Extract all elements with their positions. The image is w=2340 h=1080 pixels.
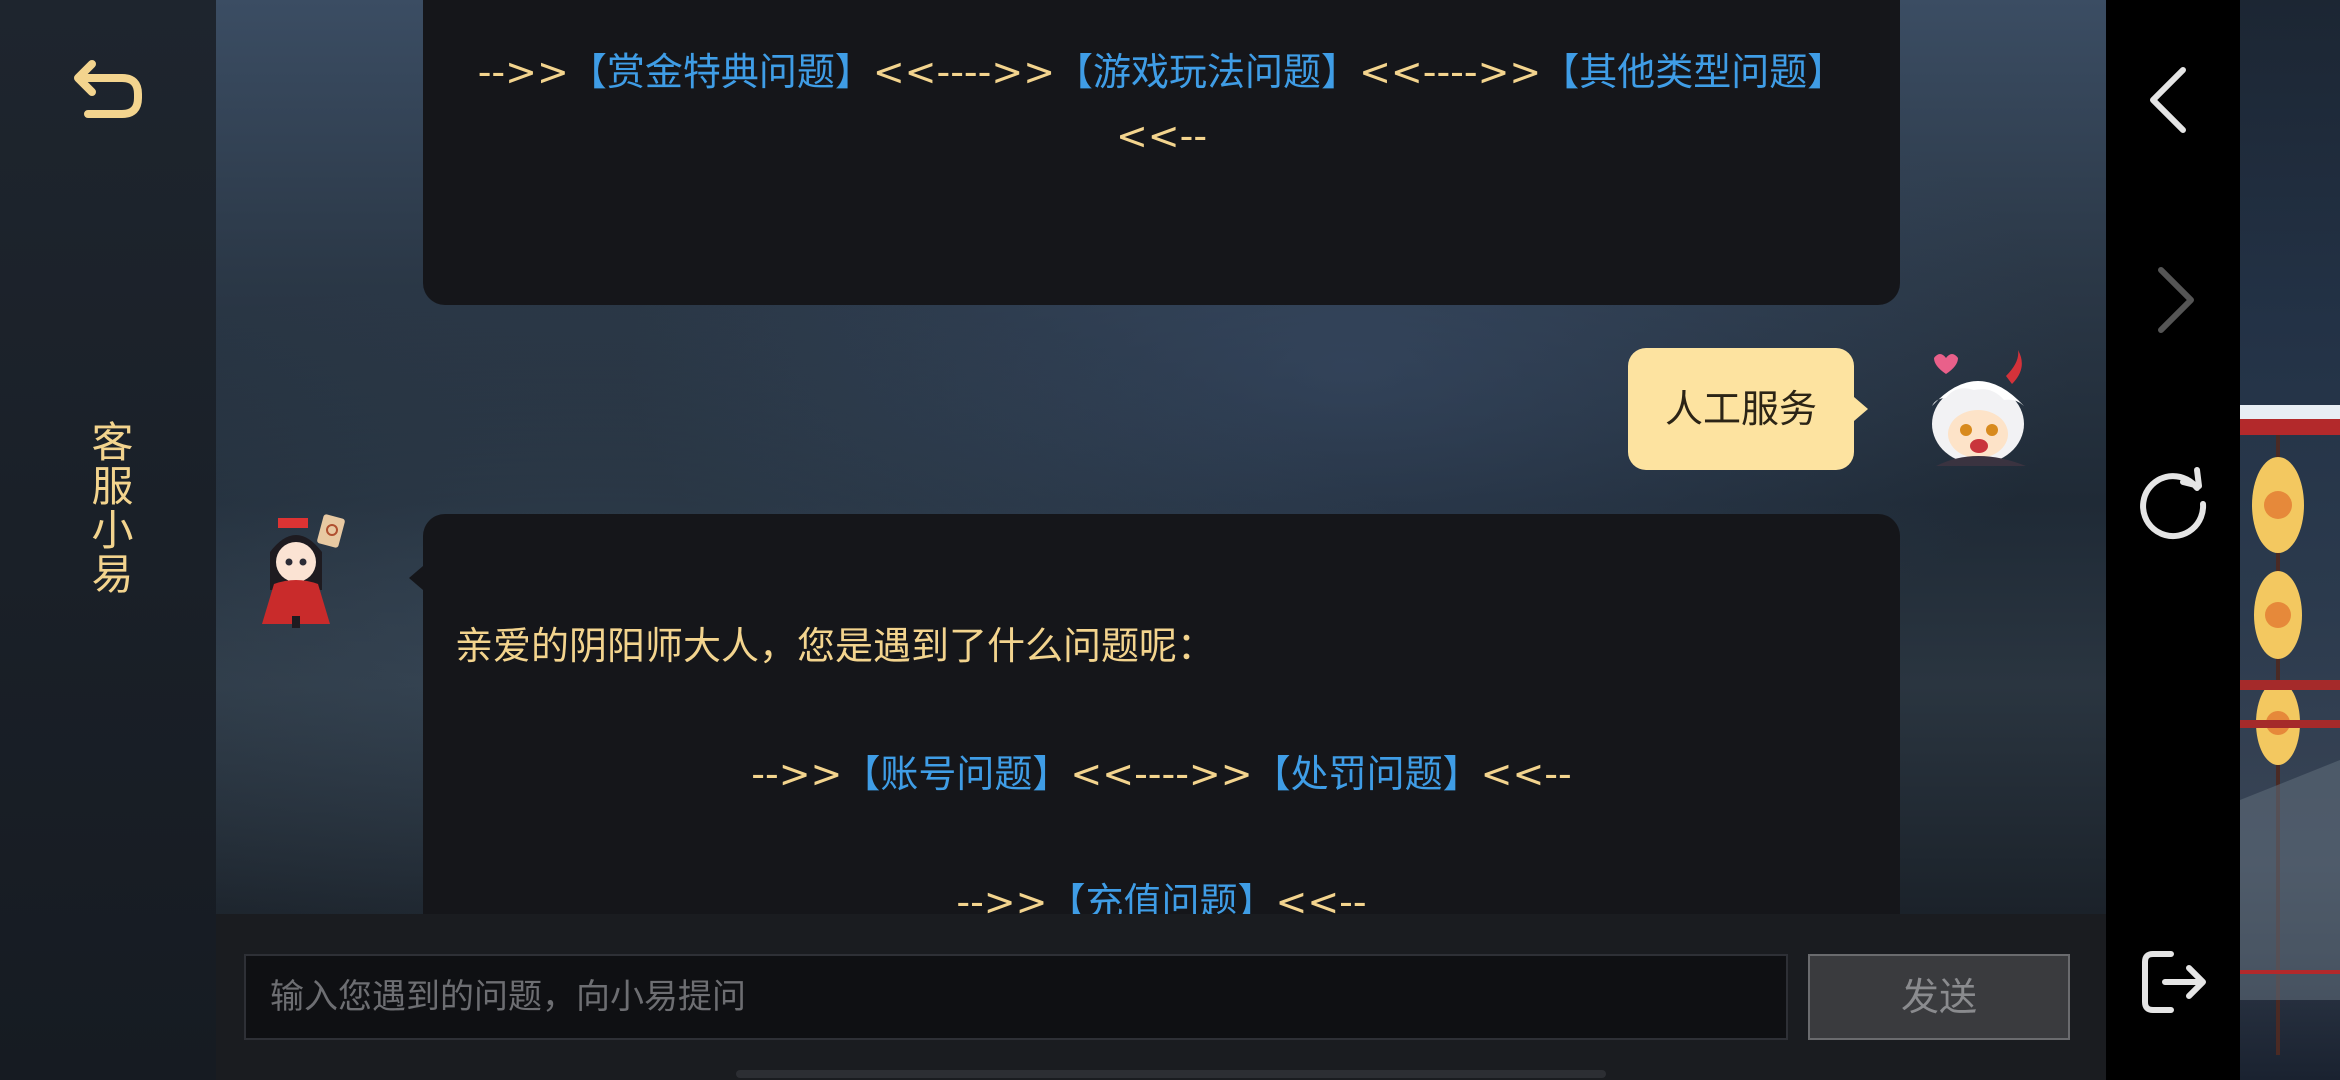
refresh-icon[interactable] [2131,458,2215,542]
question-input[interactable]: 输入您遇到的问题，向小易提问 [244,954,1788,1040]
link-account-issues[interactable]: 【账号问题】 [842,752,1070,796]
browser-nav-rail [2106,0,2240,1080]
chat-area[interactable]: -->>【赏金特典问题】<<---->>【游戏玩法问题】<<---->>【其他类… [216,0,2106,914]
exit-icon[interactable] [2131,940,2215,1024]
link-bounty-issues[interactable]: 【赏金特典问题】 [569,50,873,94]
back-arrow-icon[interactable] [66,46,152,132]
chevron-left-icon[interactable] [2131,58,2215,142]
bot-message-bubble: -->>【赏金特典问题】<<---->>【游戏玩法问题】<<---->>【其他类… [423,0,1900,305]
link-recharge-issues[interactable]: 【充值问题】 [1047,880,1275,914]
category-row: -->>【账号问题】<<---->>【处罚问题】<<-- [751,752,1572,796]
bot-greeting: 亲爱的阴阳师大人，您是遇到了什么问题呢： [455,624,1216,668]
link-penalty-issues[interactable]: 【处罚问题】 [1253,752,1481,796]
link-gameplay-issues[interactable]: 【游戏玩法问题】 [1055,50,1359,94]
bot-message-bubble-menu: 亲爱的阴阳师大人，您是遇到了什么问题呢： -->>【账号问题】<<---->>【… [409,514,1900,914]
user-avatar [1910,346,2034,468]
send-button[interactable]: 发送 [1808,954,2070,1040]
page-title: 客服小易 [85,420,134,596]
category-row: -->>【充值问题】<<-- [423,870,1900,914]
bot-avatar [256,512,356,630]
chevron-right-icon[interactable] [2131,258,2215,342]
scrollbar[interactable] [736,1070,1606,1078]
user-message-bubble: 人工服务 [1628,348,1868,470]
category-links: -->>【赏金特典问题】<<---->>【游戏玩法问题】<<---->>【其他类… [477,50,1846,158]
game-background-strip [2240,0,2340,1080]
input-bar: 输入您遇到的问题，向小易提问 发送 [216,914,2106,1080]
link-other-issues[interactable]: 【其他类型问题】 [1541,50,1845,94]
sidebar: 客服小易 [0,0,216,1080]
